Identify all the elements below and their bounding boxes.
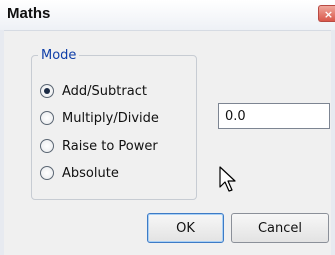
window-title: Maths — [7, 5, 51, 22]
radio-button-checked[interactable] — [40, 84, 54, 98]
radio-label: Add/Subtract — [62, 83, 147, 99]
radio-label: Absolute — [62, 165, 119, 181]
close-button[interactable]: × — [318, 5, 335, 22]
radio-button[interactable] — [40, 166, 54, 180]
radio-raise-to-power[interactable]: Raise to Power — [40, 136, 158, 156]
title-bar[interactable]: Maths × — [0, 0, 335, 31]
radio-absolute[interactable]: Absolute — [40, 163, 119, 183]
close-icon: × — [323, 8, 334, 21]
radio-button[interactable] — [40, 139, 54, 153]
radio-button[interactable] — [40, 111, 54, 125]
window-frame-right — [331, 30, 335, 255]
radio-add-subtract[interactable]: Add/Subtract — [40, 81, 147, 101]
radio-label: Raise to Power — [62, 138, 158, 154]
mode-legend: Mode — [41, 48, 77, 63]
cancel-button[interactable]: Cancel — [231, 213, 329, 243]
value-input[interactable] — [218, 103, 330, 129]
radio-multiply-divide[interactable]: Multiply/Divide — [40, 108, 159, 128]
radio-label: Multiply/Divide — [62, 110, 159, 126]
window-frame-left — [0, 30, 4, 255]
maths-dialog: Maths × Mode Add/Subtract Multiply/Divid… — [0, 0, 335, 255]
ok-button[interactable]: OK — [147, 213, 224, 243]
mouse-pointer-icon — [219, 166, 236, 192]
